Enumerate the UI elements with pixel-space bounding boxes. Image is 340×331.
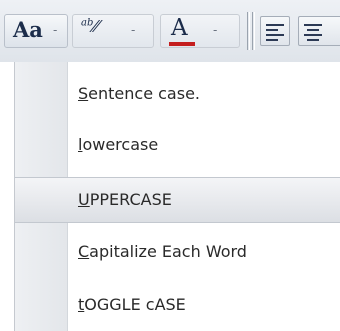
menu-item-uppercase[interactable]: UPPERCASE xyxy=(15,177,340,223)
menu-item-toggle-case[interactable]: tOGGLE cASE xyxy=(15,283,340,329)
menu-item-label: Sentence case. xyxy=(78,84,200,103)
chevron-down-icon: - xyxy=(213,23,218,37)
menu-item-label: tOGGLE cASE xyxy=(78,295,186,314)
align-left-button[interactable] xyxy=(260,16,290,46)
menu-item-sentence-case[interactable]: Sentence case. xyxy=(15,72,340,118)
menu-item-lowercase[interactable]: lowercase xyxy=(15,123,340,169)
menu-item-label: lowercase xyxy=(78,135,159,154)
menu-item-label: UPPERCASE xyxy=(78,190,172,209)
ribbon-toolbar: Aa - ab⁄⁄ - A - xyxy=(0,0,340,62)
change-case-menu: Sentence case. lowercase UPPERCASE Capit… xyxy=(14,62,340,331)
chevron-down-icon: - xyxy=(131,23,136,37)
text-highlight-button[interactable]: ab⁄⁄ - xyxy=(72,14,154,48)
highlighter-icon: ab⁄⁄ xyxy=(81,17,99,36)
align-left-icon xyxy=(266,24,284,41)
change-case-button[interactable]: Aa - xyxy=(4,14,68,48)
change-case-icon: Aa xyxy=(13,17,43,42)
font-color-swatch xyxy=(169,42,195,46)
menu-item-capitalize-each-word[interactable]: Capitalize Each Word xyxy=(15,230,340,276)
toolbar-separator xyxy=(247,12,250,50)
menu-item-label: Capitalize Each Word xyxy=(78,242,247,261)
chevron-down-icon: - xyxy=(53,23,58,37)
font-color-icon: A xyxy=(171,15,188,41)
align-center-icon xyxy=(304,24,322,41)
font-color-button[interactable]: A - xyxy=(160,14,240,48)
align-center-button[interactable] xyxy=(298,16,340,46)
toolbar-separator xyxy=(252,12,255,50)
